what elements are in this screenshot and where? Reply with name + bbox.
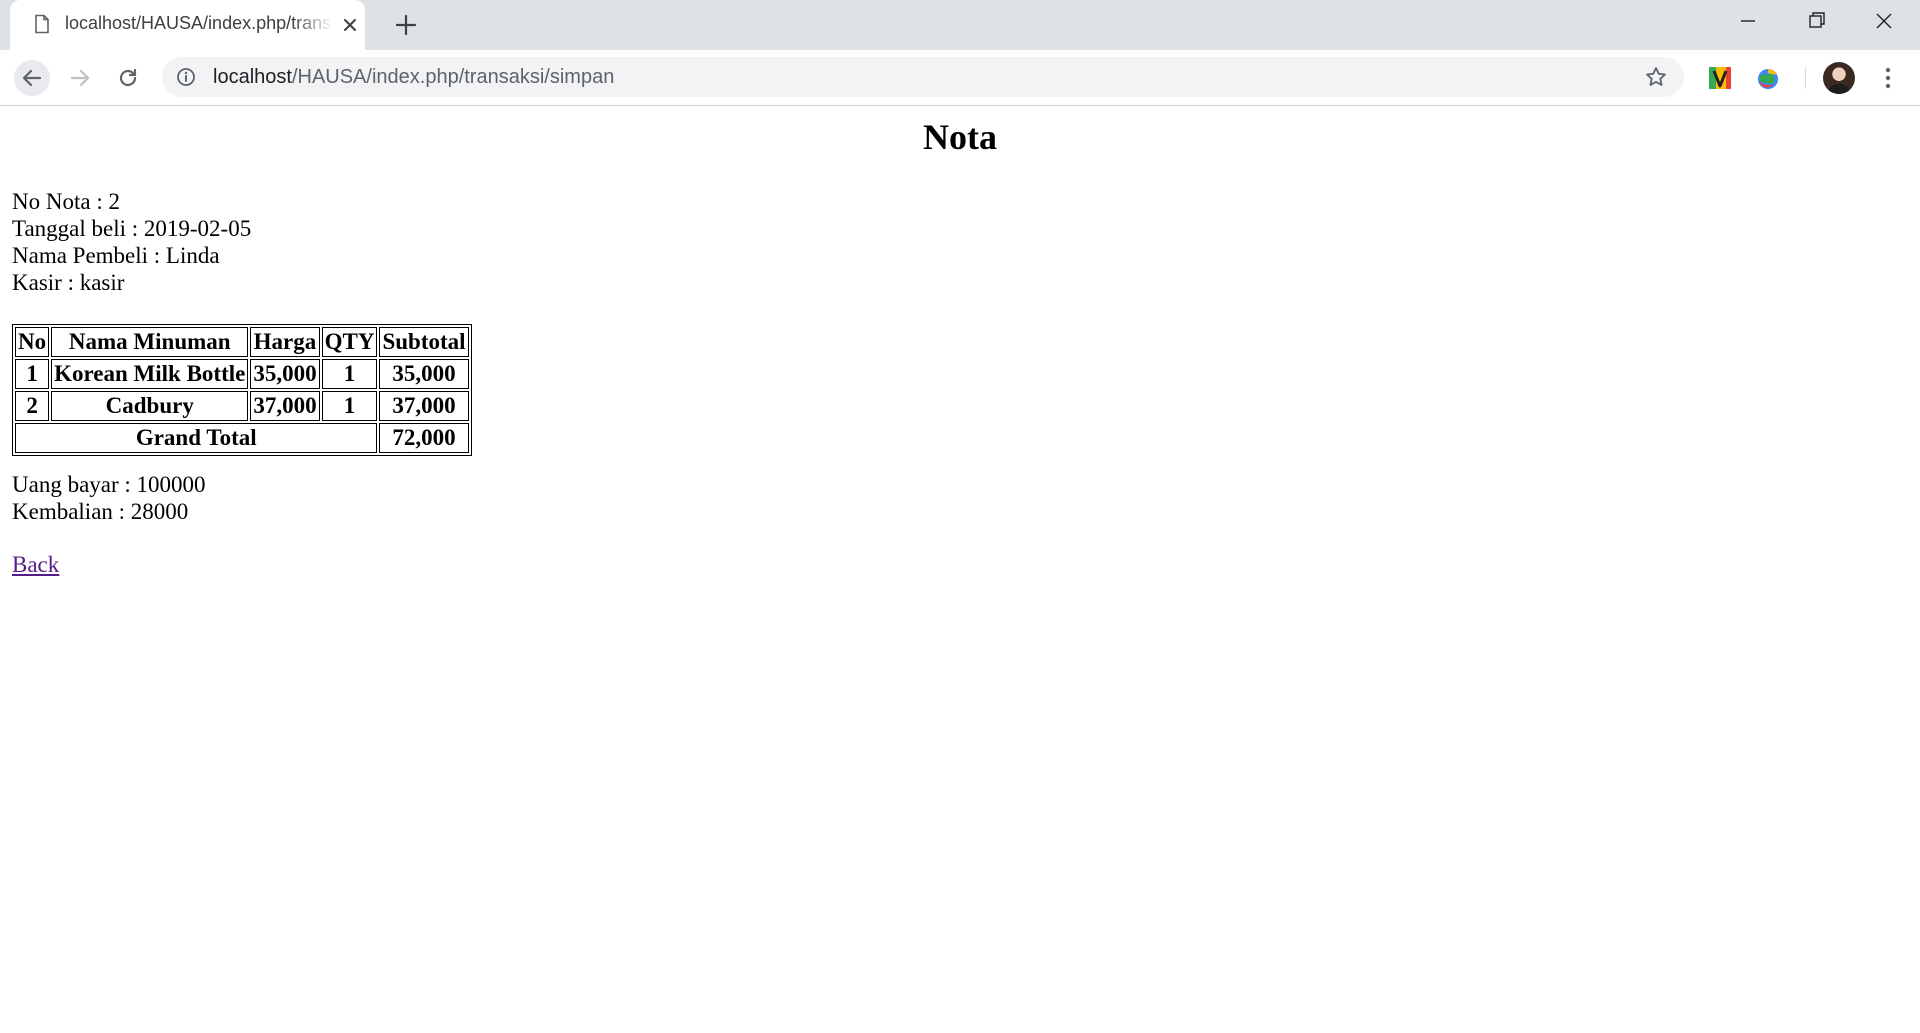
- cell-qty: 1: [321, 359, 378, 389]
- back-link[interactable]: Back: [12, 551, 59, 578]
- address-bar[interactable]: localhost/HAUSA/index.php/transaksi/simp…: [162, 57, 1684, 97]
- cell-subtotal: 35,000: [379, 359, 469, 389]
- tab-strip: localhost/HAUSA/index.php/transaksi/simp…: [0, 0, 1920, 50]
- uang-bayar-line: Uang bayar : 100000: [12, 472, 206, 497]
- kasir-line: Kasir : kasir: [12, 270, 125, 295]
- browser-toolbar: localhost/HAUSA/index.php/transaksi/simp…: [0, 50, 1920, 106]
- globe-extension-icon[interactable]: [1755, 65, 1781, 91]
- reload-button[interactable]: [110, 60, 146, 96]
- receipt-table: No Nama Minuman Harga QTY Subtotal 1 Kor…: [12, 324, 472, 456]
- vertical-dots-icon[interactable]: [1876, 64, 1900, 92]
- restore-icon[interactable]: [1796, 5, 1836, 37]
- table-row: 1 Korean Milk Bottle 35,000 1 35,000: [15, 359, 469, 389]
- page-content: Nota No Nota : 2 Tanggal beli : 2019-02-…: [0, 106, 1920, 1033]
- tab-title: localhost/HAUSA/index.php/transaksi/simp…: [65, 13, 333, 33]
- header-qty: QTY: [321, 327, 378, 357]
- header-subtotal: Subtotal: [379, 327, 469, 357]
- cell-harga: 37,000: [250, 391, 320, 421]
- table-row: 2 Cadbury 37,000 1 37,000: [15, 391, 469, 421]
- payment-info: Uang bayar : 100000 Kembalian : 28000: [12, 471, 206, 525]
- toolbar-divider: [1805, 67, 1806, 89]
- tanggal-beli-line: Tanggal beli : 2019-02-05: [12, 216, 252, 241]
- close-icon[interactable]: [338, 13, 362, 37]
- page-title: Nota: [923, 117, 997, 157]
- receipt-info: No Nota : 2 Tanggal beli : 2019-02-05 Na…: [12, 188, 251, 296]
- cell-no: 1: [15, 359, 50, 389]
- avatar[interactable]: [1823, 62, 1855, 94]
- forward-button[interactable]: [62, 60, 98, 96]
- star-icon[interactable]: [1644, 65, 1668, 89]
- cell-qty: 1: [321, 391, 378, 421]
- header-nama-minuman: Nama Minuman: [51, 327, 249, 357]
- cell-nama-minuman: Korean Milk Bottle: [51, 359, 249, 389]
- grand-total-label: Grand Total: [15, 423, 378, 453]
- info-icon[interactable]: [176, 67, 196, 87]
- header-harga: Harga: [250, 327, 320, 357]
- v-extension-icon[interactable]: [1707, 65, 1733, 91]
- table-header-row: No Nama Minuman Harga QTY Subtotal: [15, 327, 469, 357]
- nama-pembeli-line: Nama Pembeli : Linda: [12, 243, 220, 268]
- url-host: localhost: [213, 66, 292, 88]
- url-path: /HAUSA/index.php/transaksi/simpan: [291, 66, 615, 88]
- browser-tab[interactable]: localhost/HAUSA/index.php/transaksi/simp…: [10, 0, 365, 50]
- cell-subtotal: 37,000: [379, 391, 469, 421]
- back-button[interactable]: [14, 60, 50, 96]
- no-nota-line: No Nota : 2: [12, 189, 120, 214]
- cell-nama-minuman: Cadbury: [51, 391, 249, 421]
- window-close-icon[interactable]: [1864, 5, 1904, 37]
- grand-total-row: Grand Total 72,000: [15, 423, 469, 453]
- arrow-right-icon: [70, 69, 90, 87]
- url-text[interactable]: localhost/HAUSA/index.php/transaksi/simp…: [213, 66, 614, 89]
- kembalian-line: Kembalian : 28000: [12, 499, 189, 524]
- cell-no: 2: [15, 391, 50, 421]
- grand-total-value: 72,000: [379, 423, 469, 453]
- cell-harga: 35,000: [250, 359, 320, 389]
- arrow-left-icon: [22, 69, 42, 87]
- header-no: No: [15, 327, 50, 357]
- reload-icon: [119, 68, 137, 87]
- document-icon: [35, 14, 49, 34]
- plus-icon[interactable]: [392, 11, 420, 39]
- minimize-icon[interactable]: [1728, 5, 1768, 37]
